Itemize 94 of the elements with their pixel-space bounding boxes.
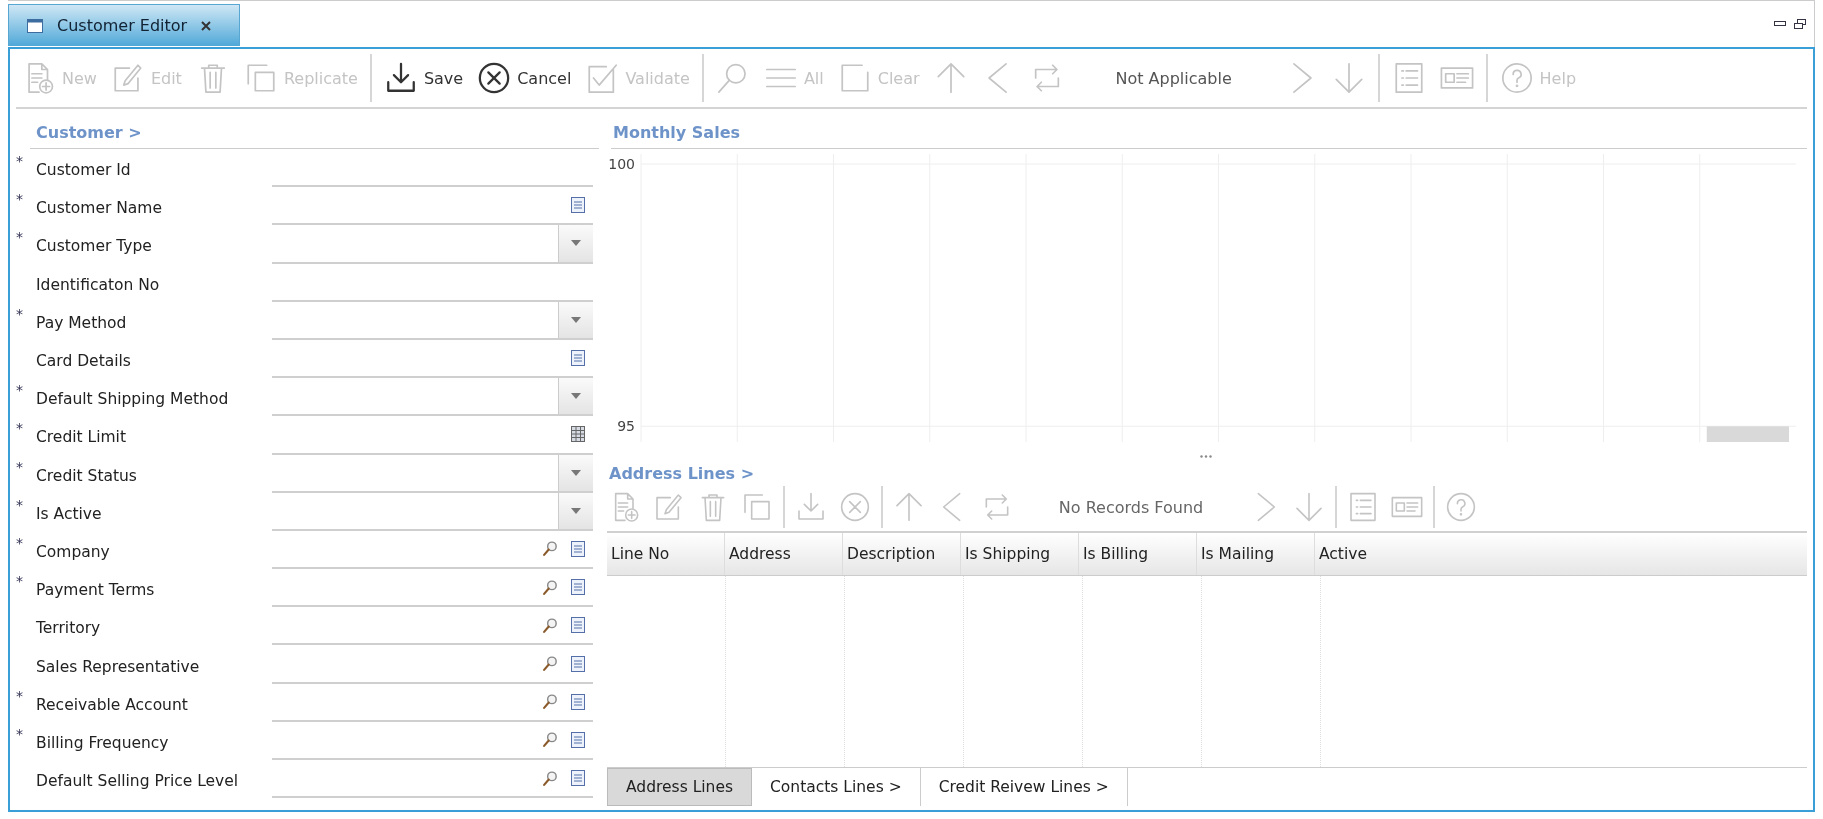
required-marker: *: [16, 191, 23, 208]
note-icon[interactable]: [571, 731, 585, 748]
search-icon[interactable]: [542, 578, 559, 596]
required-marker: *: [16, 382, 23, 399]
note-icon[interactable]: [571, 197, 585, 214]
note-icon[interactable]: [571, 350, 585, 367]
help-icon: [1445, 491, 1477, 523]
axis-tick-label: 100: [608, 156, 635, 172]
down-arrow-icon: [1293, 491, 1325, 523]
field-label: Territory: [36, 618, 102, 638]
dropdown-field[interactable]: [272, 301, 593, 340]
cancel-icon: [477, 61, 512, 95]
search-icon[interactable]: [542, 769, 559, 787]
note-icon[interactable]: [571, 770, 585, 787]
dropdown-field[interactable]: [272, 492, 593, 531]
column-header[interactable]: Description: [843, 533, 961, 575]
dropdown-button[interactable]: [558, 492, 593, 529]
required-marker: *: [16, 496, 23, 513]
field-label: Default Selling Price Level: [36, 771, 240, 791]
dropdown-arrow-icon: [571, 240, 581, 247]
field-label: Is Active: [36, 503, 103, 523]
search-icon[interactable]: [542, 655, 559, 673]
field-label: Pay Method: [36, 312, 128, 332]
dropdown-button[interactable]: [558, 301, 593, 338]
list-icon: [1347, 491, 1379, 523]
note-icon[interactable]: [571, 617, 585, 634]
dropdown-field[interactable]: [272, 378, 593, 417]
axis-tick-label: 95: [617, 418, 635, 435]
dropdown-button[interactable]: [558, 378, 593, 415]
dropdown-button[interactable]: [558, 225, 593, 262]
window-title: Customer Editor: [57, 16, 188, 35]
field-label: Billing Frequency: [36, 732, 170, 752]
field-label: Customer Type: [36, 236, 153, 256]
column-header[interactable]: Address: [725, 533, 843, 575]
required-marker: *: [16, 229, 23, 246]
required-marker: *: [16, 420, 23, 437]
dropdown-arrow-icon: [571, 469, 581, 476]
checkmark-icon: [585, 61, 620, 95]
dropdown-arrow-icon: [571, 316, 581, 323]
field-label: Payment Terms: [36, 580, 156, 600]
required-marker: *: [16, 458, 23, 475]
copy-icon: [741, 491, 773, 523]
column-header[interactable]: Is Mailing: [1197, 533, 1315, 575]
column-header[interactable]: Active: [1315, 533, 1807, 575]
window-tab[interactable]: Customer Editor: [8, 4, 240, 46]
required-marker: *: [16, 573, 23, 590]
note-icon[interactable]: [571, 655, 585, 672]
record-status: Not Applicable: [1114, 68, 1233, 88]
field-label: Company: [36, 541, 111, 561]
tab[interactable]: Address Lines: [607, 768, 753, 806]
calculator-icon[interactable]: [571, 426, 585, 443]
search-icon[interactable]: [542, 693, 559, 711]
cancel-icon: [839, 491, 871, 523]
required-marker: *: [16, 534, 23, 551]
dropdown-field[interactable]: [272, 454, 593, 493]
cancel-button[interactable]: Cancel: [471, 56, 578, 100]
note-icon[interactable]: [571, 693, 585, 710]
dropdown-arrow-icon: [571, 507, 581, 514]
edit-icon: [653, 491, 685, 523]
search-icon[interactable]: [542, 731, 559, 749]
required-marker: *: [16, 153, 23, 169]
field-label: Credit Status: [36, 465, 138, 485]
save-icon: [795, 491, 827, 523]
field-label: Card Details: [36, 351, 132, 371]
field-label: Identificaton No: [36, 274, 161, 294]
dropdown-field[interactable]: [272, 225, 593, 264]
field-label: Credit Limit: [36, 427, 127, 447]
note-icon[interactable]: [571, 540, 585, 557]
required-marker: *: [16, 725, 23, 742]
search-icon[interactable]: [542, 616, 559, 634]
column-header[interactable]: Line No: [607, 533, 725, 575]
section-title: Monthly Sales: [611, 109, 1807, 149]
field-label: Default Shipping Method: [36, 389, 230, 409]
field-label: Receivable Account: [36, 694, 189, 714]
field-label: Sales Representative: [36, 656, 201, 676]
required-marker: *: [16, 305, 23, 322]
help-icon: [1499, 61, 1534, 95]
window-icon: [27, 18, 43, 33]
save-button[interactable]: Save: [377, 56, 470, 100]
close-icon[interactable]: [201, 20, 212, 31]
minimize-icon[interactable]: [1774, 21, 1786, 27]
up-arrow-icon: [893, 491, 925, 523]
column-header[interactable]: Is Shipping: [961, 533, 1079, 575]
field-label: Customer Name: [36, 198, 163, 218]
restore-icon[interactable]: [1794, 19, 1806, 29]
record-status: No Records Found: [1057, 497, 1205, 517]
splitter-handle-icon[interactable]: [1200, 454, 1212, 458]
required-marker: *: [16, 687, 23, 704]
field-label: Customer Id: [36, 160, 132, 180]
note-icon[interactable]: [571, 579, 585, 596]
dropdown-button[interactable]: [558, 454, 593, 491]
search-icon[interactable]: [542, 540, 559, 558]
column-header[interactable]: Is Billing: [1079, 533, 1197, 575]
dropdown-arrow-icon: [571, 393, 581, 400]
